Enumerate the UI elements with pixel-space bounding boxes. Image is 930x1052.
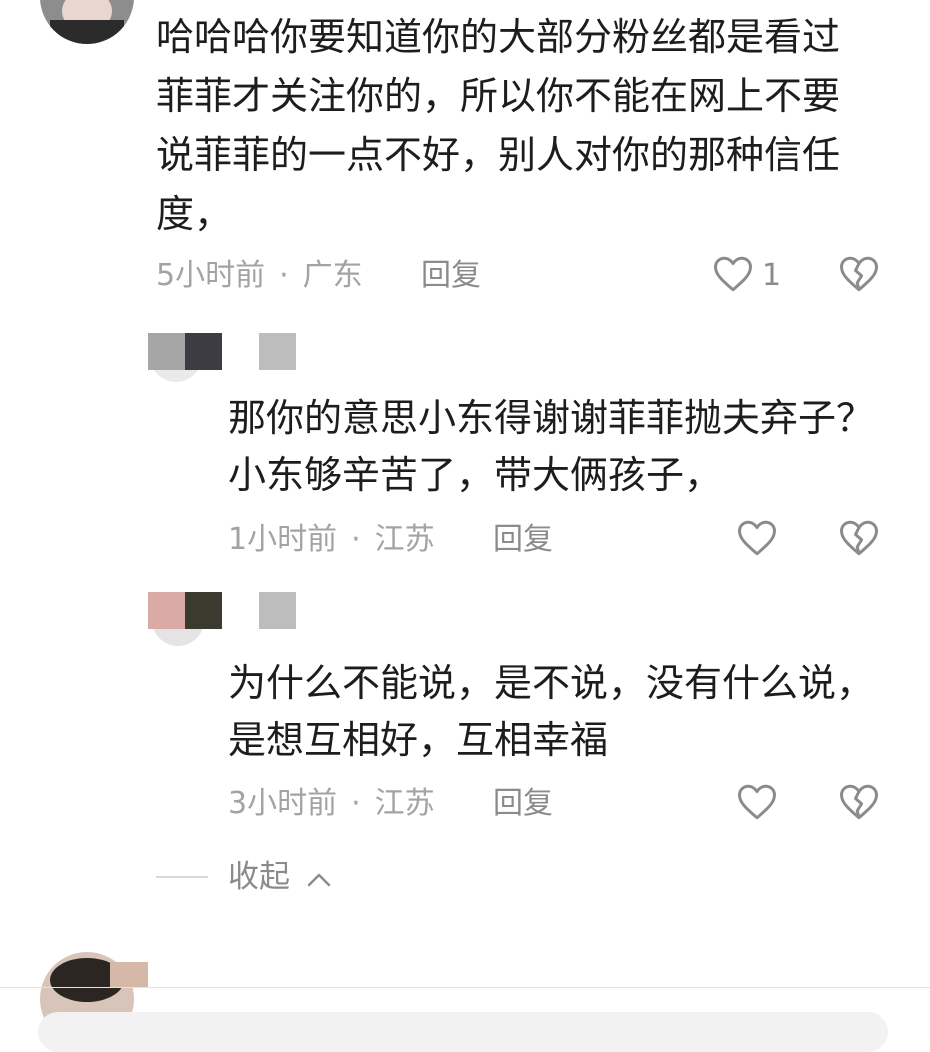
heart-outline-icon[interactable]	[736, 782, 778, 822]
collapse-label: 收起	[228, 859, 290, 895]
broken-heart-icon[interactable]	[838, 782, 880, 822]
reply-meta: 1小时前 · 江苏	[228, 520, 435, 560]
reply-2: 为什么不能说，是不说，没有什么说， 是想互相好，互相幸福 3小时前 · 江苏 回复	[0, 0, 930, 821]
collapse-divider	[156, 876, 208, 878]
collapse-button[interactable]: 收起	[228, 857, 332, 897]
reply-text: 那你的意思小东得谢谢菲菲抛夫弃子？ 小东够辛苦了，带大俩孩子，	[228, 396, 875, 497]
comment-meta: 5小时前 · 广东	[156, 256, 363, 296]
meta-separator: ·	[351, 786, 361, 821]
bottom-divider	[0, 987, 930, 988]
reply-button[interactable]: 回复	[493, 520, 553, 560]
reply-text: 为什么不能说，是不说，没有什么说， 是想互相好，互相幸福	[228, 661, 875, 762]
reply-button[interactable]: 回复	[493, 784, 553, 824]
broken-heart-icon[interactable]	[838, 518, 880, 558]
like-count: 1	[762, 258, 782, 293]
comment-input-bar[interactable]	[38, 1012, 888, 1052]
reply-time: 1小时前	[228, 522, 338, 557]
reply-time: 3小时前	[228, 786, 338, 821]
username-mosaic	[148, 333, 296, 370]
username-mosaic	[148, 592, 296, 629]
broken-heart-icon[interactable]	[838, 254, 880, 294]
meta-separator: ·	[351, 522, 361, 557]
next-username-mosaic	[110, 962, 148, 988]
heart-outline-icon[interactable]	[736, 518, 778, 558]
comment-time: 5小时前	[156, 258, 266, 293]
reply-location: 江苏	[374, 522, 435, 557]
comment-location: 广东	[302, 258, 363, 293]
heart-outline-icon[interactable]	[712, 254, 754, 294]
reply-location: 江苏	[374, 786, 435, 821]
reply-button[interactable]: 回复	[421, 256, 481, 296]
comment-text: 哈哈哈你要知道你的大部分粉丝都是看过 菲菲才关注你的，所以你不能在网上不要 说菲…	[156, 15, 841, 236]
meta-separator: ·	[279, 258, 289, 293]
chevron-up-icon	[306, 870, 332, 888]
commenter-avatar[interactable]	[40, 0, 134, 44]
reply-meta: 3小时前 · 江苏	[228, 784, 435, 824]
